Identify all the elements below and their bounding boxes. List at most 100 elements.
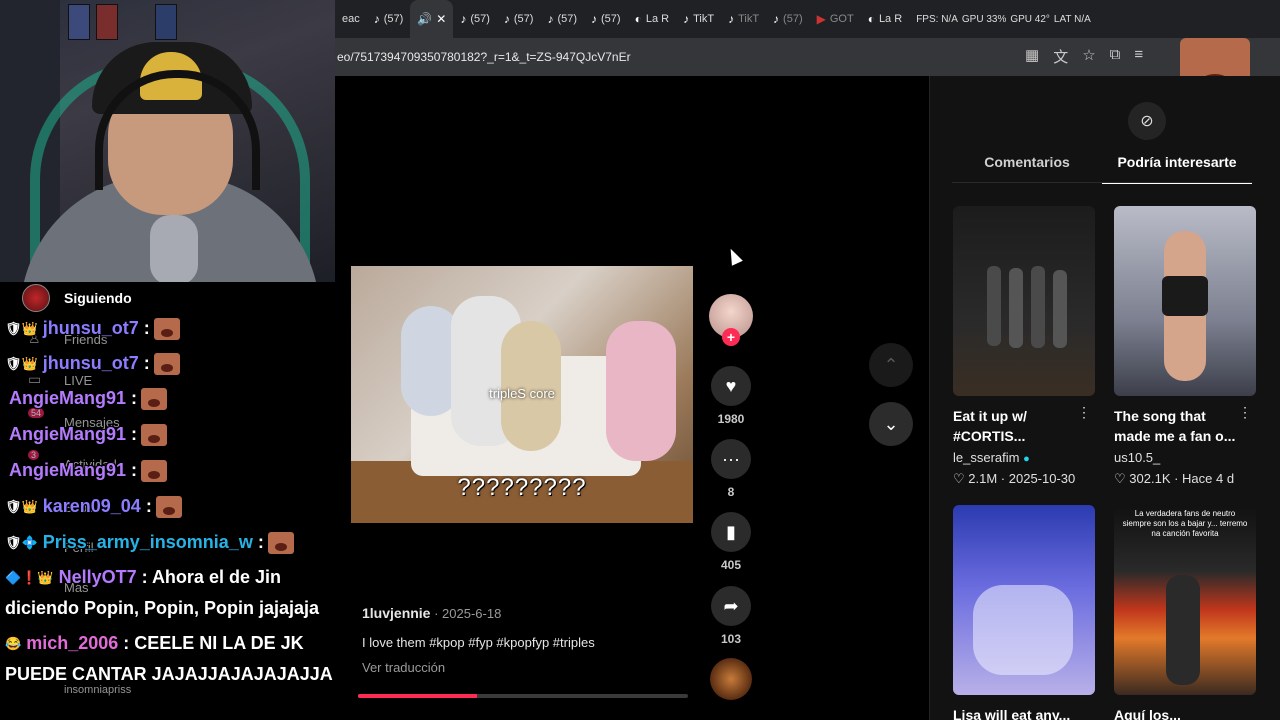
address-bar-tools: ▦ 文 ☆ ⧉ ≡ — [1025, 46, 1143, 67]
panel-tabs: Comentarios Podría interesarte — [952, 154, 1252, 184]
translate-icon[interactable]: 文 — [1053, 46, 1068, 67]
chat-separator: : — [126, 460, 138, 480]
video-progress-bar[interactable] — [358, 694, 688, 698]
author-name[interactable]: 1luvjennie — [362, 605, 430, 621]
avatar[interactable]: + — [709, 294, 753, 346]
browser-tab[interactable]: ◐ La R — [628, 0, 677, 38]
chat-separator: : — [136, 567, 152, 587]
creator-avatar[interactable]: + — [705, 294, 757, 346]
dancers-group — [973, 585, 1073, 675]
tab-label: (57) — [557, 13, 578, 25]
browser-tab-bar: eac ♪ (57) 🔊 ✕ ♪ (57) ♪ (57) ♪ (57) ♪ (57) ◐ La… — [335, 0, 1280, 38]
browser-tab[interactable]: ♪ (57) — [497, 0, 541, 38]
card-title[interactable]: Eat it up w/ #CORTIS... — [953, 406, 1095, 446]
chat-separator: : — [118, 633, 135, 653]
chat-message: AngieMang91 : — [5, 382, 168, 414]
chat-username: NellyOT7 — [58, 567, 137, 587]
media-control-icon[interactable]: ≡ — [1134, 46, 1143, 67]
chat-message: AngieMang91 : — [5, 418, 168, 450]
youtube-icon: ▶ — [816, 12, 826, 26]
like-button[interactable]: ♥ 1980 — [705, 366, 757, 426]
browser-tab[interactable]: ♪ TikT — [676, 0, 721, 38]
card-overlay-text: La verdadera fans de neutro siempre son … — [1122, 509, 1248, 538]
save-button[interactable]: ▮ 405 — [705, 512, 757, 572]
browser-tab[interactable]: ♪ TikT — [721, 0, 766, 38]
chat-message: 🔷❗👑 NellyOT7 : Ahora el de Jin diciendo … — [5, 562, 350, 623]
card-title[interactable]: Lisa will eat any... — [953, 705, 1095, 720]
speaker-icon[interactable]: 🔊 — [417, 12, 432, 26]
chat-message: 🛡👑 jhunsu_ot7 : — [5, 347, 180, 380]
comment-button[interactable]: ··· 8 — [705, 439, 757, 499]
tiktok-icon: ♪ — [547, 12, 554, 26]
share-arrow-icon[interactable]: ➦ — [711, 586, 751, 626]
recommended-card[interactable]: Lisa will eat any... — [953, 505, 1095, 720]
tiktok-icon: ♪ — [460, 12, 467, 26]
recommended-card[interactable]: ⋮ Eat it up w/ #CORTIS... le_sserafim ● … — [953, 206, 1095, 487]
browser-tab[interactable]: ♪ (57) — [453, 0, 497, 38]
comment-icon[interactable]: ··· — [711, 439, 751, 479]
browser-tab[interactable]: ◐ La R — [861, 0, 910, 38]
following-label: Siguiendo — [64, 290, 132, 306]
latency-readout: LAT N/A — [1053, 13, 1091, 25]
browser-tab-active[interactable]: 🔊 ✕ — [410, 0, 454, 38]
card-thumbnail[interactable]: La verdadera fans de neutro siempre son … — [1114, 505, 1256, 695]
tab-label: (57) — [383, 13, 404, 25]
more-options-icon[interactable]: ⋮ — [1077, 404, 1091, 421]
url-text[interactable]: eo/7517394709350780182?_r=1&_t=ZS-947QJc… — [337, 50, 631, 64]
close-icon[interactable]: ✕ — [436, 12, 446, 26]
card-stats: ♡ 302.1K · Hace 4 d — [1114, 471, 1235, 486]
site-icon: ◐ — [867, 12, 875, 26]
tab-label: TikT — [738, 13, 760, 25]
share-button[interactable]: ➦ 103 — [705, 586, 757, 646]
previous-video-button[interactable]: ⌃ — [869, 343, 913, 387]
tiktok-icon: ♪ — [773, 12, 780, 26]
browser-tab[interactable]: ♪ (57) — [766, 0, 810, 38]
address-bar[interactable]: eo/7517394709350780182?_r=1&_t=ZS-947QJc… — [335, 38, 1280, 76]
translate-link[interactable]: Ver traducción — [362, 660, 702, 675]
music-disc-icon[interactable] — [710, 658, 752, 700]
fps-readout: FPS: N/A — [916, 13, 958, 25]
chat-message: 🛡👑 karen09_04 : — [5, 490, 182, 523]
browser-tab[interactable]: eac — [335, 0, 367, 38]
side-panel: ⊘ Comentarios Podría interesarte ⋮ Eat i… — [929, 76, 1280, 720]
following-item[interactable]: Siguiendo — [22, 284, 132, 312]
recommended-card[interactable]: ⋮ The song that made me a fan o... us10.… — [1114, 206, 1256, 487]
apps-icon[interactable]: ▦ — [1025, 46, 1039, 67]
extensions-icon[interactable]: ⧉ — [1110, 46, 1121, 67]
tab-recommended[interactable]: Podría interesarte — [1102, 154, 1252, 184]
browser-tab[interactable]: ▶ GOT — [810, 0, 861, 38]
bookmark-icon[interactable]: ▮ — [711, 512, 751, 552]
chat-username: karen09_04 — [42, 496, 141, 516]
card-username[interactable]: le_sserafim — [953, 450, 1019, 465]
chat-username: jhunsu_ot7 — [42, 353, 139, 373]
compass-icon[interactable]: ⊘ — [1128, 102, 1166, 140]
tab-comments[interactable]: Comentarios — [952, 154, 1102, 184]
heart-icon[interactable]: ♥ — [711, 366, 751, 406]
card-user: le_sserafim ● — [953, 450, 1095, 465]
chat-badges-icon: 🛡👑 — [5, 321, 38, 337]
next-video-button[interactable]: ⌄ — [869, 402, 913, 446]
card-username[interactable]: us10.5_ — [1114, 450, 1256, 465]
card-title[interactable]: Aquí los... — [1114, 705, 1256, 720]
card-thumbnail[interactable] — [1114, 206, 1256, 396]
video-player[interactable]: tripleS core ????????? — [351, 266, 693, 523]
recommended-card[interactable]: La verdadera fans de neutro siempre son … — [1114, 505, 1256, 720]
chat-separator: : — [126, 388, 138, 408]
chat-separator: : — [140, 496, 152, 516]
chat-badges-icon: 🔷❗👑 — [5, 570, 54, 586]
browser-tab[interactable]: ♪ (57) — [540, 0, 584, 38]
follow-plus-icon[interactable]: + — [722, 328, 740, 346]
browser-tab[interactable]: ♪ (57) — [584, 0, 628, 38]
post-date: · 2025-6-18 — [434, 606, 502, 621]
card-thumbnail[interactable] — [953, 505, 1095, 695]
card-title[interactable]: The song that made me a fan o... — [1114, 406, 1256, 446]
browser-tab[interactable]: ♪ (57) — [367, 0, 411, 38]
more-options-icon[interactable]: ⋮ — [1238, 404, 1252, 421]
site-icon: ◐ — [634, 12, 642, 26]
tiktok-icon: ♪ — [591, 12, 598, 26]
music-disc[interactable] — [705, 658, 757, 700]
card-thumbnail[interactable] — [953, 206, 1095, 396]
bookmark-star-icon[interactable]: ☆ — [1082, 46, 1095, 67]
wall-poster — [155, 4, 177, 40]
tab-label: GOT — [829, 13, 854, 25]
